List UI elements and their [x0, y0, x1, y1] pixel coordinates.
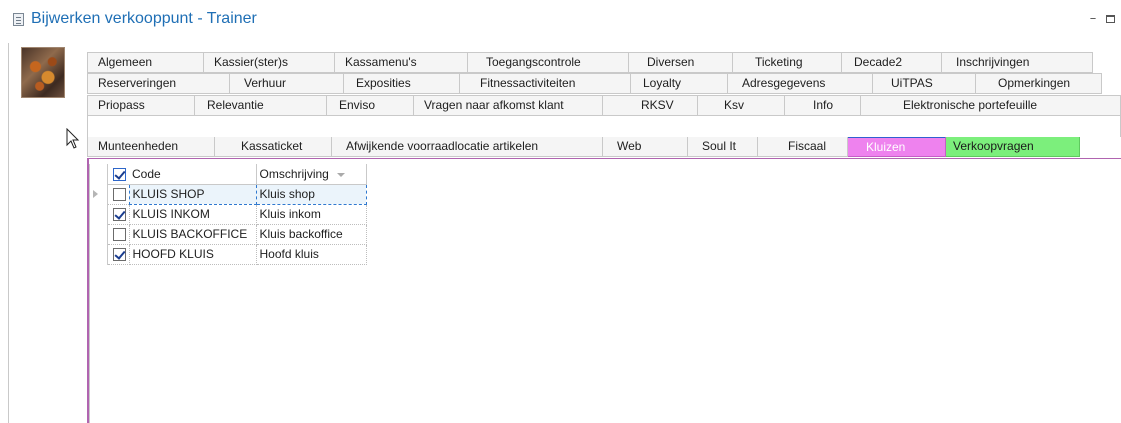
row-checkbox[interactable]	[112, 188, 126, 202]
tab-rksv[interactable]: RKSV	[603, 95, 698, 116]
tab-exposities[interactable]: Exposities	[344, 73, 460, 94]
current-row-arrow-icon	[93, 190, 98, 198]
tab-verkoopvragen[interactable]: Verkoopvragen	[946, 136, 1080, 157]
sort-arrow-icon[interactable]	[336, 172, 345, 177]
tab-kassiers[interactable]: Kassier(ster)s	[204, 52, 335, 73]
table-row[interactable]: KLUIS BACKOFFICE Kluis backoffice	[89, 223, 367, 245]
tab-munteenheden[interactable]: Munteenheden	[87, 136, 215, 157]
tab-kassamenus[interactable]: Kassamenu's	[335, 52, 468, 73]
tab-soul-it[interactable]: Soul It	[688, 136, 758, 157]
tab-kluizen[interactable]: Kluizen	[848, 136, 946, 157]
title-bar: Bijwerken verkooppunt - Trainer – :	[0, 0, 1121, 42]
tab-algemeen[interactable]: Algemeen	[87, 52, 204, 73]
tab-verhuur[interactable]: Verhuur	[230, 73, 344, 94]
cell-code[interactable]: KLUIS BACKOFFICE	[128, 223, 257, 245]
tab-inschrijvingen[interactable]: Inschrijvingen	[942, 52, 1093, 73]
table-row[interactable]: KLUIS SHOP Kluis shop	[89, 183, 367, 205]
close-button[interactable]: :	[1117, 12, 1121, 26]
document-icon	[13, 13, 24, 26]
tab-loyalty[interactable]: Loyalty	[631, 73, 728, 94]
tab-row-spacer	[87, 116, 1121, 137]
grid-indicator-header	[89, 164, 108, 184]
row-indicator	[89, 244, 108, 264]
maximize-button[interactable]	[1103, 12, 1117, 26]
tab-reserveringen[interactable]: Reserveringen	[87, 73, 230, 94]
tab-toegangscontrole[interactable]: Toegangscontrole	[468, 52, 629, 73]
cell-omschrijving[interactable]: Kluis backoffice	[255, 223, 367, 245]
window-title: Bijwerken verkooppunt - Trainer	[31, 10, 257, 27]
tab-row-3: Priopass Relevantie Enviso Vragen naar a…	[87, 95, 1121, 116]
tab-diversen[interactable]: Diversen	[629, 52, 733, 73]
mouse-cursor-icon	[66, 128, 80, 149]
column-header-omschrijving[interactable]: Omschrijving	[256, 164, 367, 185]
cell-code[interactable]: HOOFD KLUIS	[128, 243, 257, 265]
row-indicator	[89, 204, 108, 224]
row-checkbox[interactable]	[112, 208, 126, 222]
tab-priopass[interactable]: Priopass	[87, 95, 195, 116]
table-row[interactable]: HOOFD KLUIS Hoofd kluis	[89, 243, 367, 265]
point-of-sale-image	[21, 47, 65, 98]
tab-ksv[interactable]: Ksv	[698, 95, 785, 116]
window-left-border	[8, 43, 9, 423]
maximize-icon	[1105, 15, 1115, 23]
grid-left-border	[89, 164, 90, 423]
minimize-button[interactable]: –	[1086, 12, 1100, 26]
tab-row-2: Reserveringen Verhuur Exposities Fitness…	[87, 73, 1102, 94]
tab-row-4: Munteenheden Kassaticket Afwijkende voor…	[87, 136, 1080, 157]
row-checkbox-cell[interactable]	[106, 183, 130, 205]
row-checkbox-cell[interactable]	[106, 203, 130, 225]
table-row[interactable]: KLUIS INKOM Kluis inkom	[89, 203, 367, 225]
row-indicator	[89, 184, 108, 204]
row-checkbox[interactable]	[112, 228, 126, 242]
cell-code[interactable]: KLUIS INKOM	[128, 203, 257, 225]
tab-opmerkingen[interactable]: Opmerkingen	[976, 73, 1102, 94]
column-header-omschrijving-label: Omschrijving	[259, 166, 329, 181]
tab-row-1: Algemeen Kassier(ster)s Kassamenu's Toeg…	[87, 52, 1093, 73]
row-indicator	[89, 224, 108, 244]
tab-afwijkende-voorraadlocatie-artikelen[interactable]: Afwijkende voorraadlocatie artikelen	[332, 136, 603, 157]
tab-decade2[interactable]: Decade2	[842, 52, 942, 73]
cell-omschrijving[interactable]: Kluis inkom	[255, 203, 367, 225]
tab-fitnessactiviteiten[interactable]: Fitnessactiviteiten	[460, 73, 631, 94]
cell-omschrijving[interactable]: Hoofd kluis	[255, 243, 367, 265]
row-checkbox[interactable]	[112, 248, 126, 262]
cell-omschrijving[interactable]: Kluis shop	[255, 183, 367, 205]
tab-kassaticket[interactable]: Kassaticket	[215, 136, 332, 157]
tab-relevantie[interactable]: Relevantie	[195, 95, 327, 116]
kluizen-grid: Code Omschrijving KLUIS SHOP Kluis shop …	[89, 164, 367, 265]
tab-enviso[interactable]: Enviso	[327, 95, 414, 116]
tab-ticketing[interactable]: Ticketing	[733, 52, 842, 73]
row-checkbox-cell[interactable]	[106, 243, 130, 265]
select-all-checkbox[interactable]	[112, 167, 126, 181]
tab-strip-spacer	[87, 116, 1121, 137]
tab-adresgegevens[interactable]: Adresgegevens	[728, 73, 873, 94]
select-all-cell[interactable]	[107, 164, 129, 185]
row-checkbox-cell[interactable]	[106, 223, 130, 245]
cell-code[interactable]: KLUIS SHOP	[128, 183, 257, 205]
tab-elektronische-portefeuille[interactable]: Elektronische portefeuille	[861, 95, 1121, 116]
tab-vragen-naar-afkomst-klant[interactable]: Vragen naar afkomst klant	[414, 95, 603, 116]
tab-web[interactable]: Web	[603, 136, 688, 157]
column-header-code[interactable]: Code	[129, 164, 257, 185]
tab-fiscaal[interactable]: Fiscaal	[758, 136, 848, 157]
tab-uitpas[interactable]: UiTPAS	[873, 73, 976, 94]
grid-header-row: Code Omschrijving	[89, 164, 367, 185]
tab-info[interactable]: Info	[785, 95, 861, 116]
